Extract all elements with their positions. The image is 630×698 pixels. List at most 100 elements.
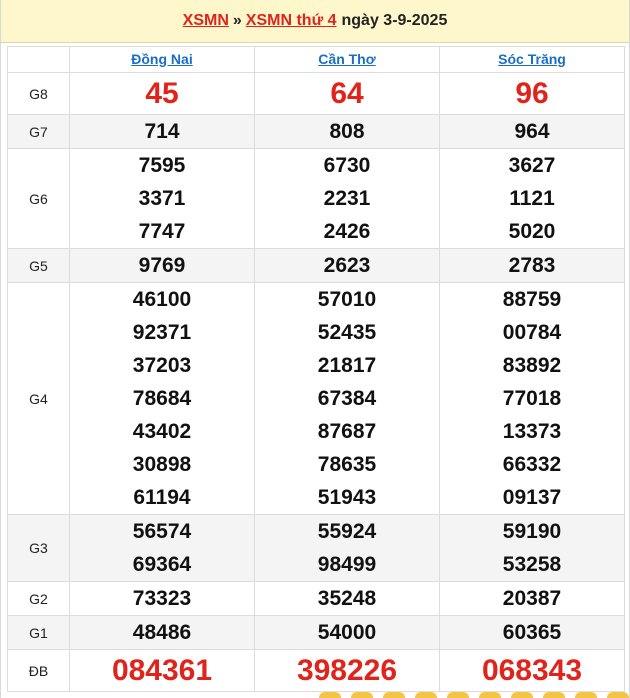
dot: [575, 692, 597, 698]
prize-row-g6: G6 7595 3371 7747 6730 2231 2426 3627 1121 5020: [7, 148, 625, 249]
result-number: 2783: [508, 254, 556, 277]
result-number: 56574: [132, 520, 192, 543]
result-number: 45: [145, 77, 179, 110]
result-number: 51943: [317, 486, 377, 509]
result-number: 88759: [502, 288, 562, 311]
result-number: 1121: [509, 187, 555, 210]
result-number: 55924: [317, 520, 377, 543]
prize-row-g3: G3 56574 69364 55924 98499 59190 53258: [7, 514, 625, 582]
result-number: 43402: [132, 420, 192, 443]
result-number: 69364: [132, 553, 192, 576]
result-number: 92371: [132, 321, 192, 344]
xsmn-wednesday-link[interactable]: XSMN thứ 4: [246, 12, 337, 30]
result-cell: 20387: [439, 581, 625, 616]
result-cell: 60365: [439, 615, 625, 650]
result-cell: 35248: [254, 581, 440, 616]
prize-row-g2: G2 73323 35248 20387: [7, 581, 625, 616]
prize-row-đb: ĐB 084361 398226 068343: [7, 649, 625, 692]
result-number: 61194: [133, 486, 191, 509]
province-header-cell: Đồng Nai: [69, 46, 255, 73]
province-link-soc-trang[interactable]: Sóc Trăng: [498, 51, 566, 67]
result-cell: 96: [439, 72, 625, 115]
result-number: 98499: [317, 553, 377, 576]
prize-label: ĐB: [7, 649, 70, 692]
province-header-cell: Sóc Trăng: [439, 46, 625, 73]
result-number: 084361: [111, 654, 213, 687]
dot: [447, 692, 469, 698]
result-cell: 714: [69, 114, 255, 149]
result-number: 9769: [138, 254, 186, 277]
result-number: 54000: [317, 621, 377, 644]
result-number: 7595: [138, 154, 186, 177]
prize-row-g8: G8 45 64 96: [7, 72, 625, 115]
result-number: 52435: [317, 321, 377, 344]
result-number: 13373: [502, 420, 562, 443]
results-table: Đồng Nai Cần Thơ Sóc Trăng G8 45 64 96 G7 714…: [7, 46, 625, 692]
result-number: 398226: [296, 654, 398, 687]
result-cell: 73323: [69, 581, 255, 616]
result-number: 5020: [508, 220, 556, 243]
result-cell: 56574 69364: [69, 514, 255, 582]
prize-header-cell: [7, 46, 70, 73]
result-number: 6730: [323, 154, 371, 177]
result-number: 60365: [502, 621, 562, 644]
result-number: 808: [329, 120, 365, 143]
result-number: 57010: [317, 288, 377, 311]
result-cell: 46100 92371 37203 78684 43402 30898 61194: [69, 282, 255, 515]
dot: [607, 692, 629, 698]
dot: [383, 692, 405, 698]
result-number: 48486: [132, 621, 192, 644]
dot: [351, 692, 373, 698]
prize-label: G8: [7, 72, 70, 115]
dot: [479, 692, 501, 698]
result-cell: 7595 3371 7747: [69, 148, 255, 249]
result-cell: 9769: [69, 248, 255, 283]
result-number: 78684: [132, 387, 192, 410]
result-cell: 48486: [69, 615, 255, 650]
province-link-can-tho[interactable]: Cần Thơ: [318, 51, 375, 67]
province-header-row: Đồng Nai Cần Thơ Sóc Trăng: [7, 46, 625, 73]
result-number: 3371: [138, 187, 186, 210]
result-number: 964: [514, 120, 550, 143]
result-number: 09137: [502, 486, 562, 509]
prize-label: G3: [7, 514, 70, 582]
result-cell: 59190 53258: [439, 514, 625, 582]
xsmn-link[interactable]: XSMN: [183, 12, 229, 30]
result-cell: 964: [439, 114, 625, 149]
dot: [319, 692, 341, 698]
draw-date: ngày 3-9-2025: [341, 12, 448, 29]
result-number: 59190: [502, 520, 562, 543]
result-number: 00784: [502, 321, 562, 344]
result-number: 7747: [138, 220, 186, 243]
result-number: 2426: [323, 220, 371, 243]
result-cell: 084361: [69, 649, 255, 692]
result-number: 3627: [508, 154, 556, 177]
result-cell: 88759 00784 83892 77018 13373 66332 09137: [439, 282, 625, 515]
result-number: 73323: [132, 587, 192, 610]
result-number: 714: [144, 120, 180, 143]
result-number: 77018: [502, 387, 562, 410]
results-body: G8 45 64 96 G7 714 808 964 G6 7595 3371 7747 6730 223…: [7, 72, 625, 692]
result-number: 78635: [317, 453, 377, 476]
result-number: 46100: [132, 288, 192, 311]
breadcrumb-separator: »: [232, 12, 242, 29]
result-number: 2231: [323, 187, 371, 210]
prize-row-g4: G4 46100 92371 37203 78684 43402 30898 61194 570…: [7, 282, 625, 515]
decorative-dots: [319, 692, 629, 698]
prize-row-g1: G1 48486 54000 60365: [7, 615, 625, 650]
result-number: 53258: [502, 553, 562, 576]
result-number: 96: [515, 77, 549, 110]
prize-label: G1: [7, 615, 70, 650]
result-number: 2623: [323, 254, 371, 277]
results-page: XSMN » XSMN thứ 4 ngày 3-9-2025 Đồng Nai…: [0, 0, 630, 698]
result-cell: 6730 2231 2426: [254, 148, 440, 249]
result-number: 64: [330, 77, 364, 110]
province-header-cell: Cần Thơ: [254, 46, 440, 73]
prize-row-g7: G7 714 808 964: [7, 114, 625, 149]
result-cell: 3627 1121 5020: [439, 148, 625, 249]
province-link-dong-nai[interactable]: Đồng Nai: [131, 51, 192, 67]
result-cell: 64: [254, 72, 440, 115]
result-cell: 54000: [254, 615, 440, 650]
result-cell: 808: [254, 114, 440, 149]
prize-label: G4: [7, 282, 70, 515]
